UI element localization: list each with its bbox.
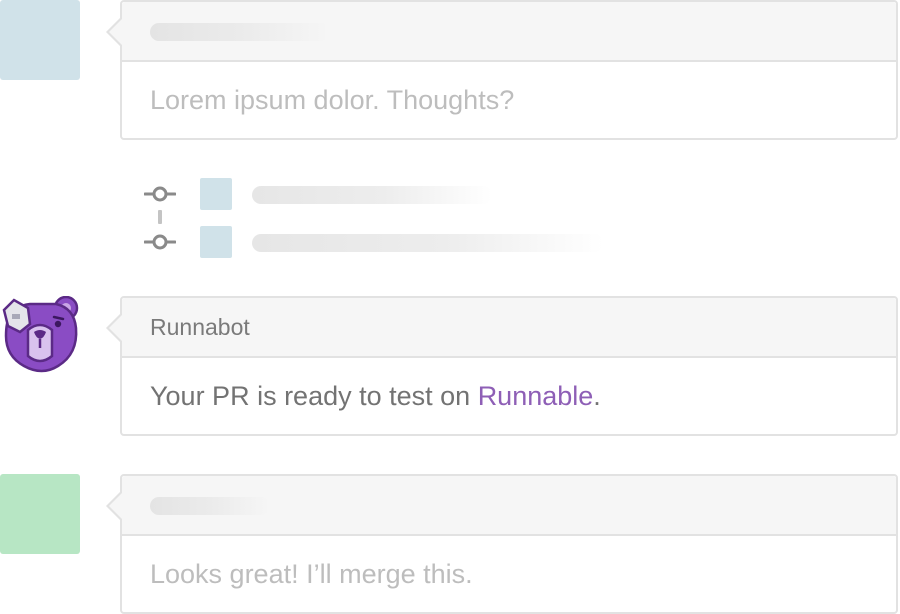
comment-body: Lorem ipsum dolor. Thoughts? <box>122 62 896 138</box>
comment-card: Lorem ipsum dolor. Thoughts? <box>106 0 898 140</box>
comment-text: Lorem ipsum dolor. Thoughts? <box>150 84 515 115</box>
comment-card: Runnabot Your PR is ready to test on Run… <box>106 296 898 436</box>
comment-body: Looks great! I’ll merge this. <box>122 536 896 612</box>
commit-author-avatar[interactable] <box>200 178 232 210</box>
comment-header <box>122 2 896 62</box>
author-name-placeholder <box>150 23 330 41</box>
comment-text: Looks great! I’ll merge this. <box>150 558 473 589</box>
commit-icon <box>144 186 176 202</box>
commit-author-avatar[interactable] <box>200 226 232 258</box>
comment-header: Runnabot <box>122 298 896 358</box>
comment-card: Looks great! I’ll merge this. <box>106 474 898 614</box>
comment-header <box>122 476 896 536</box>
user-avatar[interactable] <box>0 0 80 80</box>
comment-body: Your PR is ready to test on Runnable. <box>122 358 896 434</box>
commit-message-placeholder <box>252 234 604 252</box>
runnabot-bear-icon[interactable] <box>0 296 82 378</box>
commit-icon <box>144 234 176 250</box>
commit-list <box>144 176 624 260</box>
commit-row[interactable] <box>144 226 624 258</box>
commit-connector <box>158 210 162 224</box>
commit-row[interactable] <box>144 178 624 210</box>
author-name[interactable]: Runnabot <box>150 314 250 341</box>
comment-text-prefix: Your PR is ready to test on <box>150 380 478 411</box>
user-avatar[interactable] <box>0 474 80 554</box>
author-name-placeholder <box>150 497 270 515</box>
comment-text-suffix: . <box>593 380 601 411</box>
commit-message-placeholder <box>252 186 492 204</box>
runnable-link[interactable]: Runnable <box>478 381 594 411</box>
comment-text: Your PR is ready to test on Runnable. <box>150 381 601 412</box>
